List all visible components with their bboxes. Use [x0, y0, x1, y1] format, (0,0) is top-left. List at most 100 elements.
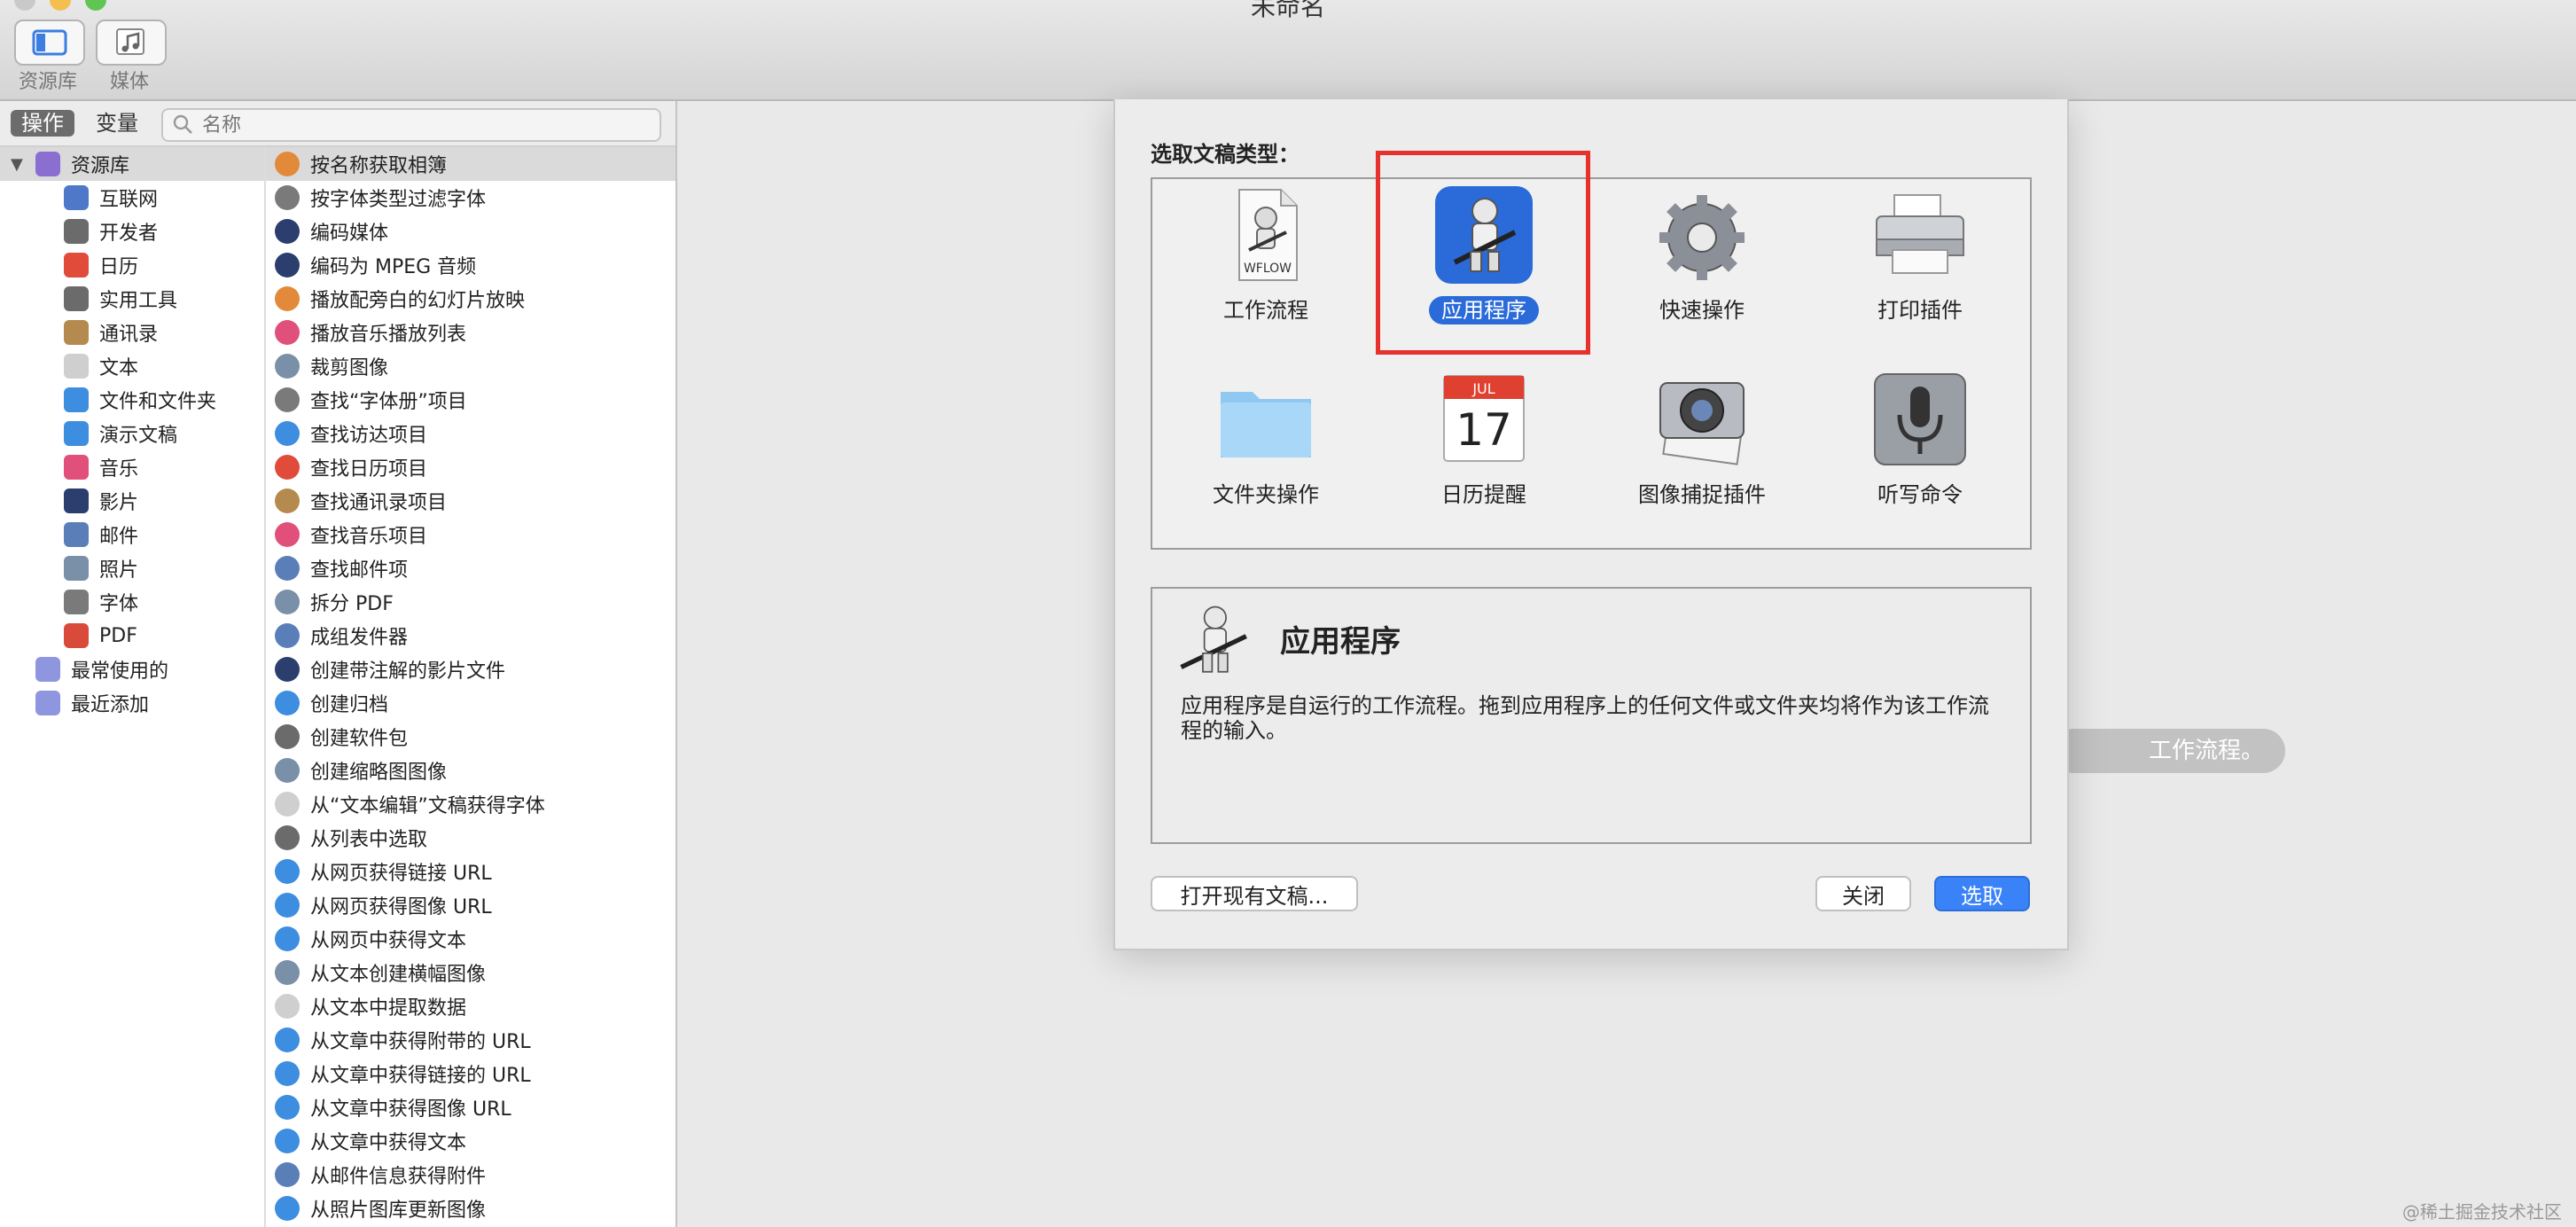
action-item[interactable]: 创建软件包 — [266, 720, 675, 754]
action-icon — [275, 421, 300, 446]
action-item[interactable]: 从照片图库更新图像 — [266, 1192, 675, 1225]
action-item[interactable]: 从文本中提取数据 — [266, 989, 675, 1023]
library-category-item[interactable]: 互联网 — [0, 181, 264, 215]
library-category-item[interactable]: 日历 — [0, 248, 264, 282]
action-item[interactable]: 从文本创建横幅图像 — [266, 956, 675, 989]
action-label: 编码为 MPEG 音频 — [310, 256, 477, 278]
tab-variables[interactable]: 变量 — [85, 110, 149, 137]
action-item[interactable]: 播放音乐播放列表 — [266, 316, 675, 349]
action-icon — [275, 1061, 300, 1086]
library-category-item[interactable]: 通讯录 — [0, 316, 264, 349]
action-item[interactable]: 从网页获得链接 URL — [266, 855, 675, 888]
library-category-item[interactable]: 最近添加 — [0, 686, 264, 720]
action-item[interactable]: 从文章中获得图像 URL — [266, 1090, 675, 1124]
doc-type-image-capture-plugin[interactable]: 图像捕捉插件 — [1600, 363, 1795, 532]
doc-type-print-plugin[interactable]: 打印插件 — [1818, 179, 2013, 348]
action-label: 编码媒体 — [310, 223, 389, 245]
library-category-item[interactable]: PDF — [0, 619, 264, 653]
library-category-item[interactable]: 实用工具 — [0, 282, 264, 316]
library-category-item[interactable]: 照片 — [0, 551, 264, 585]
action-item[interactable]: 创建缩略图图像 — [266, 754, 675, 787]
action-icon — [275, 354, 300, 379]
library-category-item[interactable]: 影片 — [0, 484, 264, 518]
action-item[interactable]: 查找音乐项目 — [266, 518, 675, 551]
action-item[interactable]: 成组发件器 — [266, 619, 675, 653]
action-item[interactable]: 按字体类型过滤字体 — [266, 181, 675, 215]
doc-type-dictation-command[interactable]: 听写命令 — [1818, 363, 2013, 532]
doc-type-label: 快速操作 — [1659, 298, 1745, 323]
doc-type-folder-action[interactable]: 文件夹操作 — [1164, 363, 1359, 532]
library-category-item[interactable]: ▼ 资源库 — [0, 147, 264, 181]
doc-type-calendar-alarm[interactable]: JUL 17 日历提醒 — [1382, 363, 1577, 532]
action-item[interactable]: 创建归档 — [266, 686, 675, 720]
action-item[interactable]: 从文章中获得文本 — [266, 1124, 675, 1158]
library-category-item[interactable]: 文本 — [0, 349, 264, 383]
action-item[interactable]: 裁剪图像 — [266, 349, 675, 383]
action-label: 从文章中获得图像 URL — [310, 1098, 511, 1121]
action-icon — [275, 387, 300, 412]
doc-type-workflow[interactable]: WFLOW 工作流程 — [1164, 179, 1359, 348]
doc-type-quick-action[interactable]: 快速操作 — [1600, 179, 1795, 348]
action-item[interactable]: 从网页获得图像 URL — [266, 888, 675, 922]
category-label: 资源库 — [71, 155, 130, 177]
search-field[interactable] — [161, 108, 661, 142]
library-tabs: 操作 变量 — [0, 101, 675, 147]
disclosure-triangle-icon[interactable]: ▼ — [11, 155, 23, 174]
action-item[interactable]: 查找日历项目 — [266, 450, 675, 484]
action-icon — [275, 657, 300, 682]
action-item[interactable]: 从“文本编辑”文稿获得字体 — [266, 787, 675, 821]
tab-actions[interactable]: 操作 — [11, 110, 74, 137]
action-item[interactable]: 播放配旁白的幻灯片放映 — [266, 282, 675, 316]
library-category-item[interactable]: 字体 — [0, 585, 264, 619]
sheet-heading: 选取文稿类型： — [1151, 142, 1300, 167]
library-toggle-button[interactable] — [14, 20, 85, 66]
action-icon — [275, 590, 300, 614]
window-toolbar: 未命名 资源库 媒体 — [0, 0, 2576, 101]
action-label: 裁剪图像 — [310, 357, 389, 379]
category-label: 照片 — [99, 559, 139, 582]
action-icon — [275, 556, 300, 581]
media-toolbar-label: 媒体 — [109, 71, 149, 93]
calendar-icon: JUL 17 — [1443, 375, 1525, 462]
action-icon — [275, 219, 300, 244]
category-label: 最常使用的 — [71, 660, 169, 683]
action-item[interactable]: 创建带注解的影片文件 — [266, 653, 675, 686]
action-item[interactable]: 编码为 MPEG 音频 — [266, 248, 675, 282]
action-icon — [275, 253, 300, 277]
application-description-icon — [1180, 606, 1247, 673]
category-icon — [64, 421, 89, 446]
action-item[interactable]: 查找邮件项 — [266, 551, 675, 585]
action-item[interactable]: 查找通讯录项目 — [266, 484, 675, 518]
choose-button[interactable]: 选取 — [1934, 876, 2030, 911]
action-item[interactable]: 从文章中获得附带的 URL — [266, 1023, 675, 1057]
document-type-sheet: 选取文稿类型： WFLOW 工作流程 应用程序 快速操作 打印插件 文件夹操作 … — [1113, 99, 2069, 950]
action-item[interactable]: 从网页中获得文本 — [266, 922, 675, 956]
category-icon — [64, 219, 89, 244]
action-label: 从列表中选取 — [310, 829, 428, 851]
action-icon — [275, 724, 300, 749]
search-input[interactable] — [200, 112, 647, 138]
library-category-item[interactable]: 音乐 — [0, 450, 264, 484]
library-category-item[interactable]: 开发者 — [0, 215, 264, 248]
action-item[interactable]: 从文章中获得链接的 URL — [266, 1057, 675, 1090]
library-category-item[interactable]: 最常使用的 — [0, 653, 264, 686]
action-icon — [275, 1095, 300, 1120]
library-panel: 操作 变量 ▼ 资源库互联网开发者日历实用工具通讯录文本文件和文件夹演示文稿音乐影… — [0, 101, 677, 1227]
action-item[interactable]: 查找“字体册”项目 — [266, 383, 675, 417]
action-label: 按名称获取相簿 — [310, 155, 448, 177]
action-item[interactable]: 从邮件信息获得附件 — [266, 1158, 675, 1192]
library-category-item[interactable]: 邮件 — [0, 518, 264, 551]
action-icon — [275, 286, 300, 311]
open-existing-button[interactable]: 打开现有文稿... — [1151, 876, 1358, 911]
action-item[interactable]: 拆分 PDF — [266, 585, 675, 619]
action-item[interactable]: 从列表中选取 — [266, 821, 675, 855]
action-item[interactable]: 编码媒体 — [266, 215, 675, 248]
media-button[interactable] — [96, 20, 167, 66]
library-category-item[interactable]: 演示文稿 — [0, 417, 264, 450]
action-label: 创建带注解的影片文件 — [310, 660, 506, 683]
close-button[interactable]: 关闭 — [1815, 876, 1911, 911]
library-category-item[interactable]: 文件和文件夹 — [0, 383, 264, 417]
action-icon — [275, 792, 300, 817]
action-item[interactable]: 按名称获取相簿 — [266, 147, 675, 181]
action-item[interactable]: 查找访达项目 — [266, 417, 675, 450]
